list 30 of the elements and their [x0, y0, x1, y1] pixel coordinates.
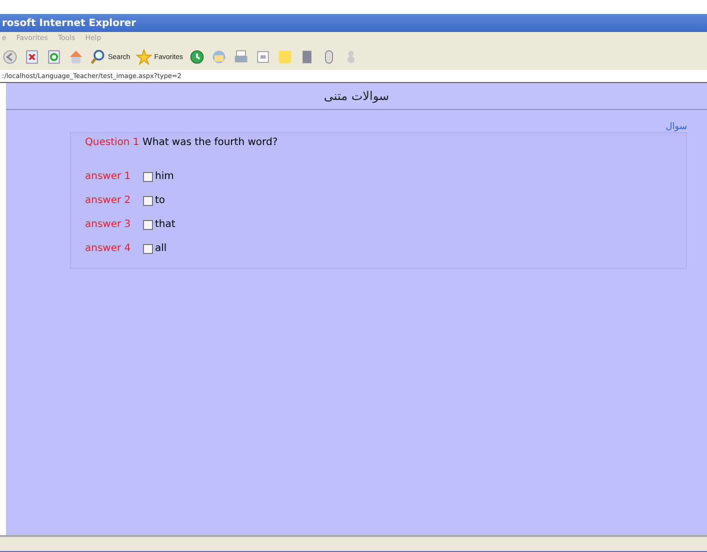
refresh-icon	[46, 49, 62, 65]
answer-checkbox[interactable]	[143, 220, 153, 230]
toolbar-button[interactable]	[232, 49, 249, 65]
answer-checkbox[interactable]	[143, 196, 153, 206]
toolbar-button[interactable]	[188, 49, 205, 65]
toolbar-button[interactable]	[46, 49, 62, 65]
question-link[interactable]: سوال	[666, 122, 687, 132]
answer-text: him	[155, 171, 174, 182]
stop-icon	[24, 49, 40, 65]
header-title: سوالات متنی	[324, 89, 390, 103]
window-title: rosoft Internet Explorer	[2, 18, 136, 28]
answer-label: answer 3	[85, 219, 132, 230]
toolbar-button[interactable]	[2, 49, 18, 65]
toolbar-button[interactable]	[24, 49, 40, 65]
favorites-icon	[136, 49, 152, 65]
history-icon	[188, 49, 205, 65]
answer-text: all	[155, 243, 167, 254]
answer-text: to	[155, 195, 166, 206]
mail-icon	[210, 49, 227, 65]
home-icon	[68, 49, 84, 65]
answer-checkbox[interactable]	[143, 244, 153, 254]
answer-label: answer 2	[85, 195, 132, 206]
question-text: Question 1 What was the fourth word?	[85, 137, 279, 148]
answer-label: answer 1	[85, 171, 132, 182]
answer-text: that	[155, 219, 176, 230]
answer-label: answer 4	[85, 243, 132, 254]
search-icon	[90, 49, 106, 65]
print-icon	[232, 49, 249, 65]
answer-checkbox[interactable]	[143, 172, 153, 182]
back-icon	[2, 49, 18, 65]
